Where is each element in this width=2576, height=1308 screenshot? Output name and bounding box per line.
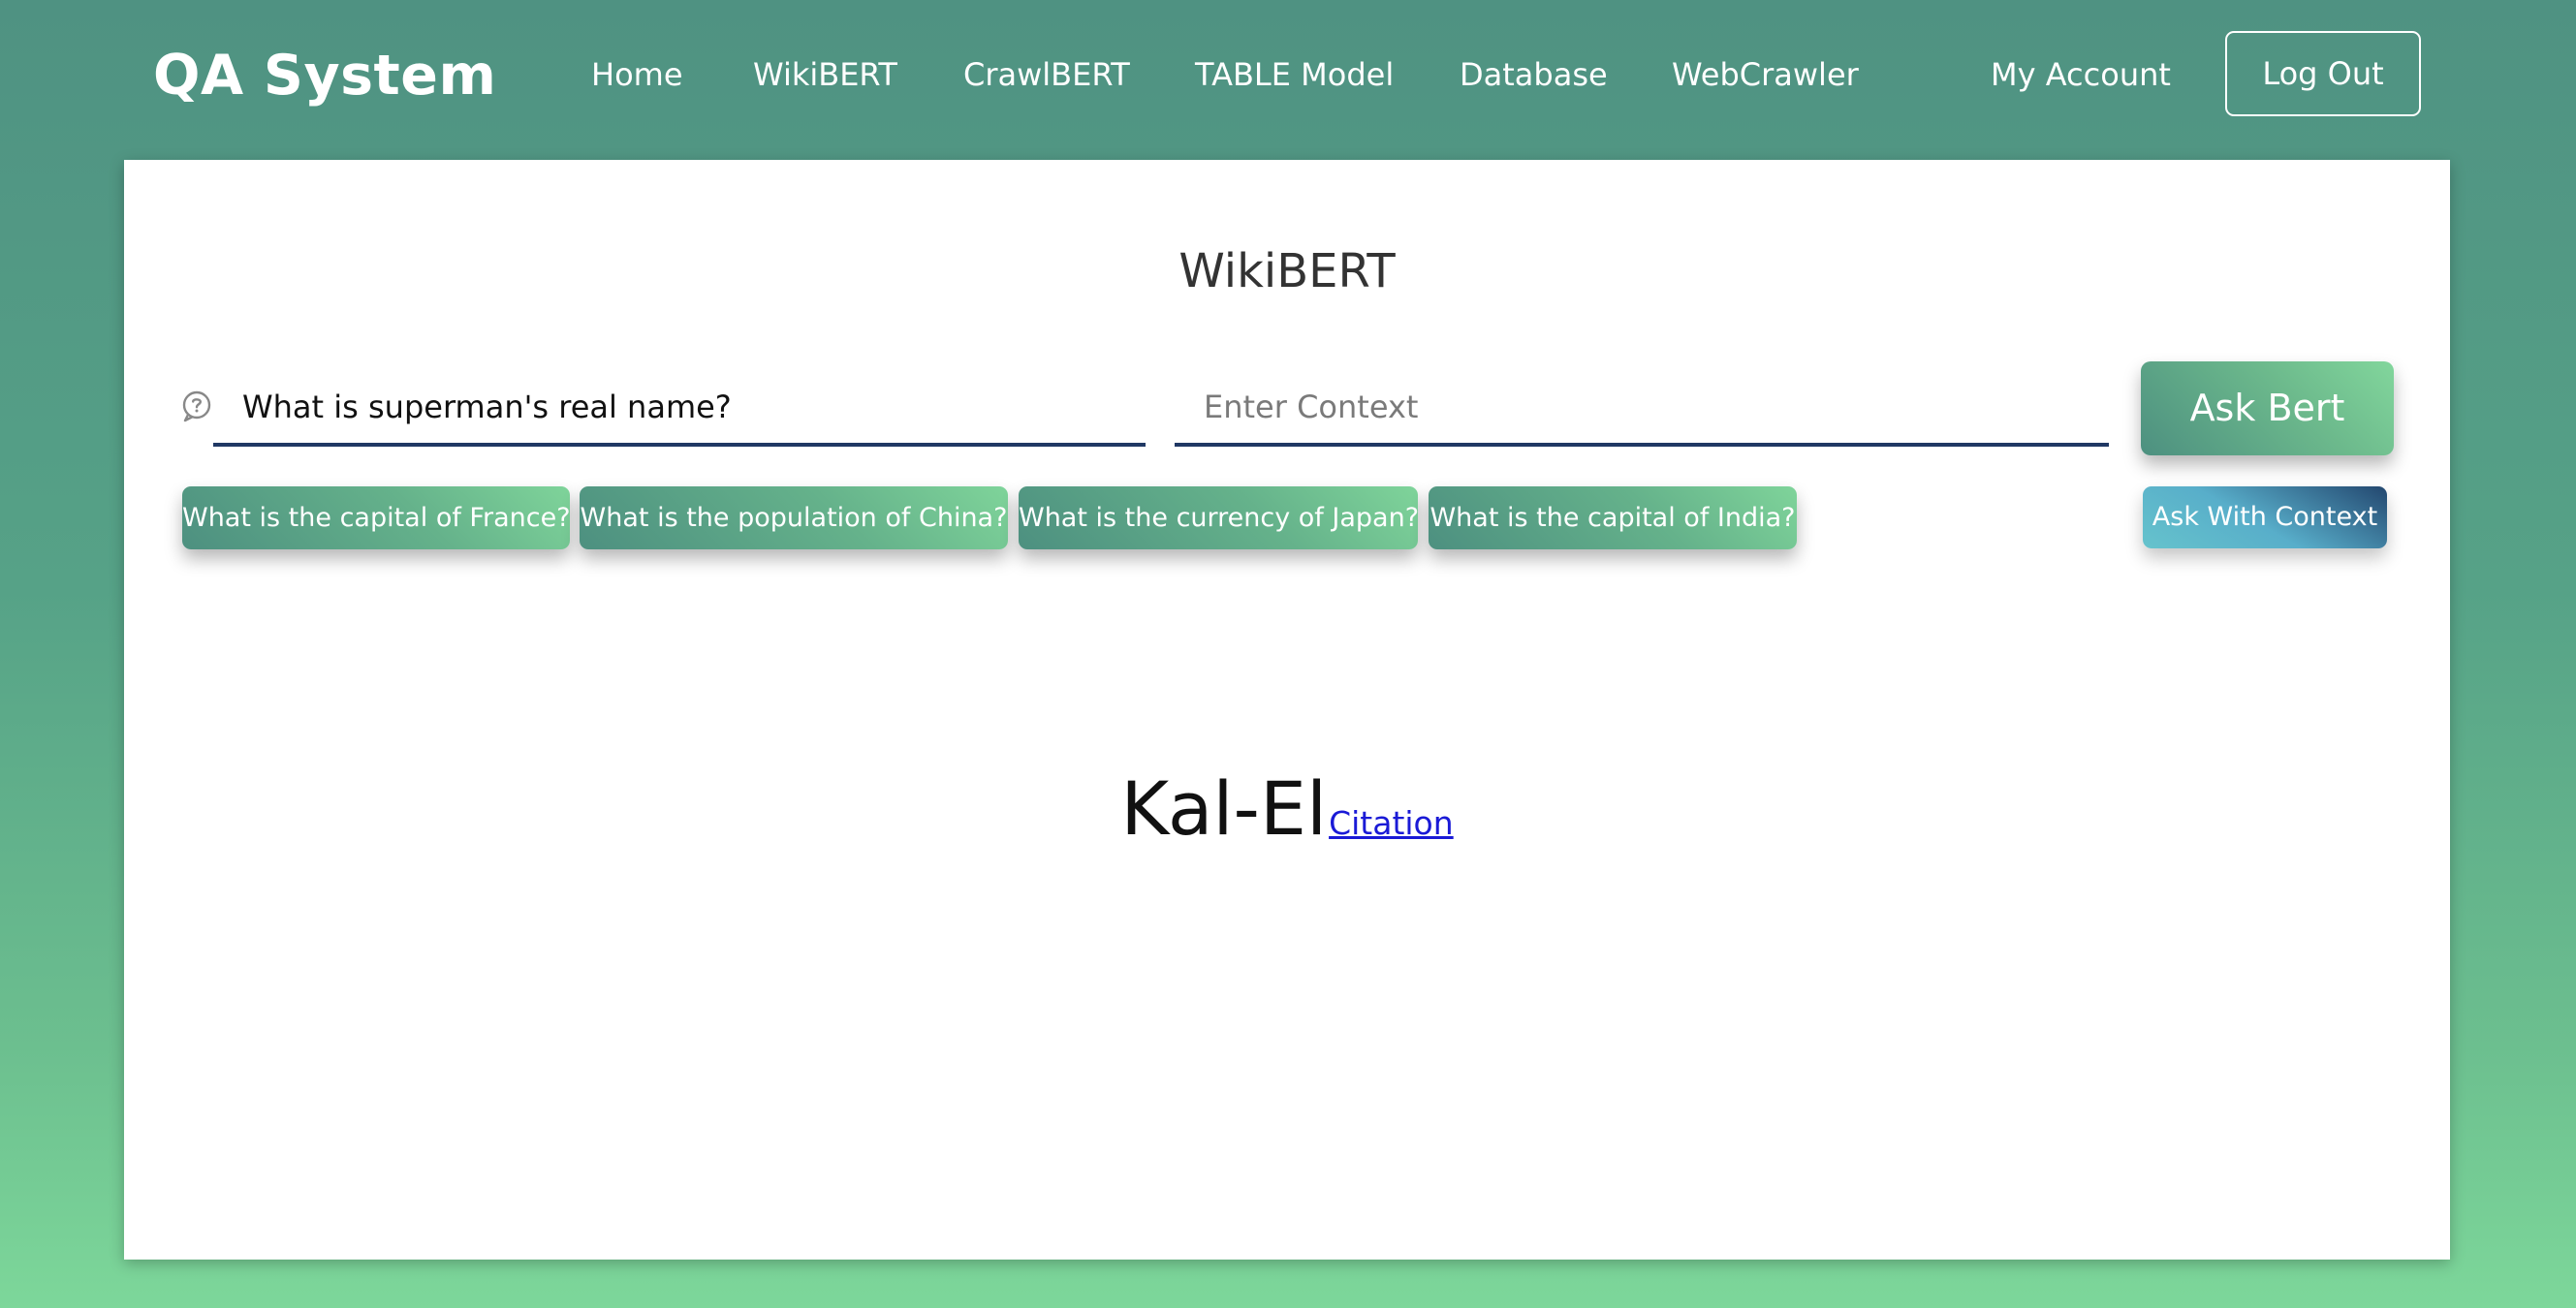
nav-link-home[interactable]: Home — [591, 50, 683, 99]
question-input[interactable] — [213, 371, 1146, 447]
answer-area: Kal-ElCitation — [124, 761, 2450, 857]
nav-link-database[interactable]: Database — [1460, 50, 1608, 99]
main-card: WikiBERT Ask Bert What is the capital of… — [124, 160, 2450, 1260]
answer-text: Kal-El — [1120, 765, 1328, 852]
my-account-link[interactable]: My Account — [1991, 50, 2171, 99]
page-title: WikiBERT — [1178, 244, 1396, 298]
nav-link-wikibert[interactable]: WikiBERT — [753, 50, 897, 99]
ask-bert-button[interactable]: Ask Bert — [2141, 361, 2394, 455]
suggestion-chip-capital-india[interactable]: What is the capital of India? — [1429, 486, 1797, 549]
suggestion-chip-capital-france[interactable]: What is the capital of France? — [182, 486, 571, 549]
suggestion-chip-currency-japan[interactable]: What is the currency of Japan? — [1019, 486, 1419, 549]
citation-link[interactable]: Citation — [1329, 804, 1454, 842]
question-bubble-icon — [180, 389, 213, 422]
logout-button[interactable]: Log Out — [2225, 31, 2421, 116]
brand-logo[interactable]: QA System — [153, 37, 496, 114]
nav-link-crawlbert[interactable]: CrawlBERT — [963, 50, 1130, 99]
top-navbar: QA System Home WikiBERT CrawlBERT TABLE … — [0, 0, 2576, 155]
context-input[interactable] — [1175, 371, 2109, 447]
ask-with-context-button[interactable]: Ask With Context — [2143, 486, 2387, 548]
suggestion-chip-population-china[interactable]: What is the population of China? — [580, 486, 1008, 549]
nav-link-webcrawler[interactable]: WebCrawler — [1672, 50, 1859, 99]
nav-link-table-model[interactable]: TABLE Model — [1195, 50, 1394, 99]
